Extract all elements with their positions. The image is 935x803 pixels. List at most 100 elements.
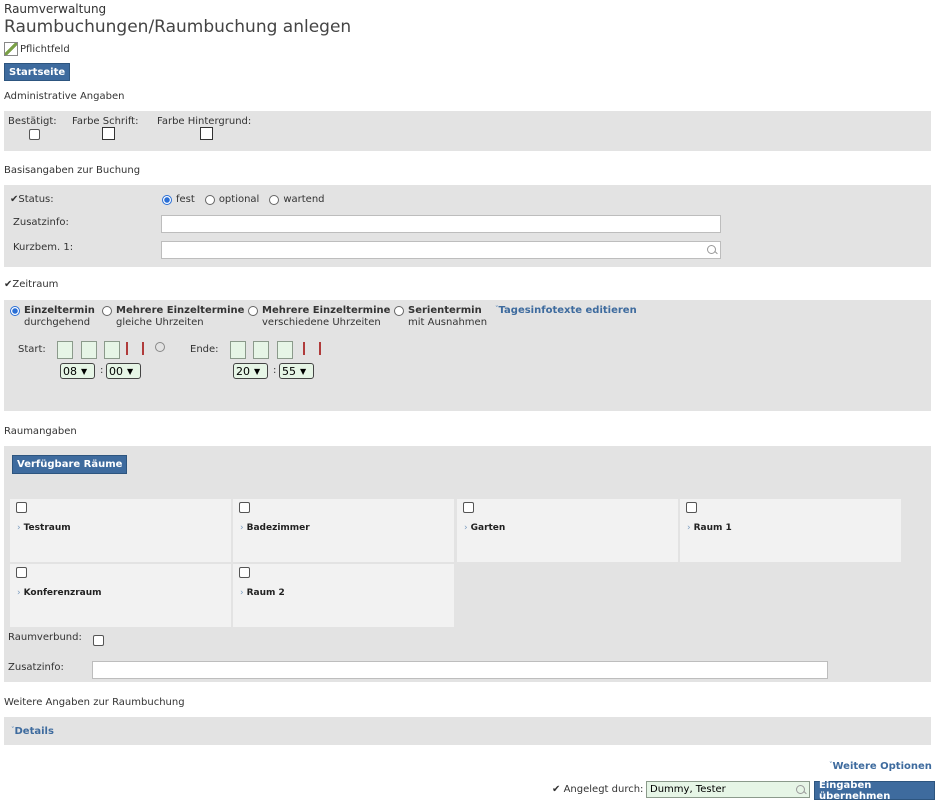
confirmed-label: Bestätigt:	[8, 116, 57, 127]
bg-color-picker[interactable]	[200, 127, 213, 140]
required-check-icon: ✔	[552, 784, 561, 795]
end-month-input[interactable]	[253, 341, 269, 359]
end-hour-select[interactable]: 20 ▼	[233, 363, 268, 379]
end-day-input[interactable]	[230, 341, 246, 359]
zeitraum-option-mehrere-gleich-sub: gleiche Uhrzeiten	[116, 317, 204, 328]
details-link[interactable]: Details	[15, 726, 54, 737]
room-card[interactable]: › Konferenzraum	[10, 564, 231, 627]
extra-info-input[interactable]	[161, 215, 721, 233]
status-option-optional: optional	[218, 194, 260, 205]
zeitraum-panel: Einzeltermin durchgehend Mehrere Einzelt…	[4, 300, 931, 411]
room-name: Raum 2	[246, 588, 285, 598]
magnifier-icon[interactable]	[155, 342, 165, 352]
chevron-right-icon: ›	[17, 588, 21, 598]
room-name-wrap: › Testraum	[17, 523, 71, 533]
search-icon[interactable]	[707, 245, 716, 254]
more-options-link[interactable]: Weitere Optionen	[833, 761, 932, 772]
room-checkbox[interactable]	[239, 567, 250, 578]
submit-button[interactable]: Eingaben übernehmen	[814, 780, 935, 802]
confirmed-checkbox[interactable]	[29, 129, 40, 140]
chevron-right-icon: ›	[17, 523, 21, 533]
more-options-link-wrap[interactable]: ˅Weitere Optionen	[829, 761, 932, 772]
zeitraum-section-label-wrap: ✔Zeitraum	[4, 279, 58, 290]
start-year-input[interactable]	[104, 341, 120, 359]
infotext-link-wrap[interactable]: ˅Tagesinfotexte editieren	[495, 305, 637, 316]
end-minute-value: 55	[282, 364, 296, 378]
legend: Pflichtfeld	[4, 42, 70, 56]
zeitraum-option-einzel: Einzeltermin	[24, 305, 95, 316]
basis-panel: ✔Status: fest optional wartend Zusatzinf…	[4, 185, 931, 267]
status-radio-wartend[interactable]	[269, 194, 280, 205]
room-checkbox[interactable]	[239, 502, 250, 513]
room-card[interactable]: › Raum 1	[680, 499, 901, 562]
created-by-label: Angelegt durch:	[563, 784, 644, 795]
zeitraum-option-mehrere-gleich: Mehrere Einzeltermine	[116, 305, 245, 316]
bg-color-label: Farbe Hintergrund:	[157, 116, 252, 127]
admin-panel: Bestätigt: Farbe Schrift: Farbe Hintergr…	[4, 111, 931, 151]
calendar-range-icon[interactable]	[319, 342, 321, 355]
weitere-panel: ˅Details	[4, 717, 931, 745]
home-button[interactable]: Startseite	[4, 63, 71, 81]
details-link-wrap[interactable]: ˅Details	[11, 726, 54, 737]
infotext-link[interactable]: Tagesinfotexte editieren	[499, 305, 637, 316]
created-by-input[interactable]: Dummy, Tester	[646, 781, 810, 798]
raum-section-label: Raumangaben	[4, 426, 77, 437]
room-name-wrap: › Badezimmer	[240, 523, 310, 533]
room-name-wrap: › Garten	[464, 523, 505, 533]
chevron-down-icon: ▼	[81, 366, 88, 376]
room-name: Raum 1	[693, 523, 732, 533]
start-month-input[interactable]	[81, 341, 97, 359]
calendar-icon[interactable]	[126, 342, 128, 355]
chevron-right-icon: ›	[464, 523, 468, 533]
room-checkbox[interactable]	[16, 567, 27, 578]
start-time-sep: :	[100, 365, 104, 376]
raum-panel: Verfügbare Räume › Testraum › Badezimmer ›…	[4, 446, 931, 682]
chevron-right-icon: ›	[240, 588, 244, 598]
pencil-icon	[4, 42, 18, 56]
room-extra-label: Zusatzinfo:	[8, 662, 64, 673]
zeitraum-radio-einzel[interactable]	[10, 306, 20, 316]
weitere-section-label: Weitere Angaben zur Raumbuchung	[4, 697, 185, 708]
end-year-input[interactable]	[277, 341, 293, 359]
room-extra-input[interactable]	[92, 661, 828, 679]
status-option-fest: fest	[176, 194, 195, 205]
font-color-picker[interactable]	[102, 127, 115, 140]
start-day-input[interactable]	[57, 341, 73, 359]
created-by-label-wrap: ✔ Angelegt durch:	[552, 784, 643, 795]
status-radio-optional[interactable]	[204, 194, 215, 205]
status-radio-fest[interactable]	[162, 194, 172, 205]
end-hour-value: 20	[236, 364, 250, 378]
page-title: Raumbuchungen/Raumbuchung anlegen	[4, 17, 352, 37]
short-note-input[interactable]	[161, 241, 721, 259]
zeitraum-radio-serie[interactable]	[394, 306, 404, 316]
calendar-range-icon[interactable]	[142, 342, 144, 355]
start-minute-select[interactable]: 00 ▼	[106, 363, 141, 379]
end-minute-select[interactable]: 55 ▼	[279, 363, 314, 379]
room-card[interactable]: › Testraum	[10, 499, 231, 562]
chevron-down-icon: ▼	[254, 366, 261, 376]
status-option-wartend: wartend	[283, 194, 325, 205]
room-card[interactable]: › Badezimmer	[233, 499, 454, 562]
start-minute-value: 00	[109, 364, 123, 378]
room-group-label: Raumverbund:	[8, 632, 82, 643]
available-rooms-button[interactable]: Verfügbare Räume	[12, 455, 128, 474]
room-card[interactable]: › Raum 2	[233, 564, 454, 627]
start-hour-value: 08	[63, 364, 77, 378]
room-card[interactable]: › Garten	[457, 499, 678, 562]
calendar-icon[interactable]	[303, 342, 305, 355]
zeitraum-option-mehrere-versch-sub: verschiedene Uhrzeiten	[262, 317, 381, 328]
start-label: Start:	[18, 344, 46, 355]
zeitraum-radio-mehrere-gleich[interactable]	[102, 306, 112, 316]
start-hour-select[interactable]: 08 ▼	[60, 363, 95, 379]
room-checkbox[interactable]	[463, 502, 474, 513]
room-checkbox[interactable]	[686, 502, 697, 513]
room-checkbox[interactable]	[16, 502, 27, 513]
room-group-checkbox[interactable]	[93, 635, 104, 646]
short-note-label: Kurzbem. 1:	[13, 242, 74, 253]
zeitraum-option-einzel-sub: durchgehend	[24, 317, 91, 328]
zeitraum-option-serie: Serientermin	[408, 305, 482, 316]
room-name: Konferenzraum	[23, 588, 102, 598]
room-name-wrap: › Raum 1	[687, 523, 732, 533]
zeitraum-radio-mehrere-versch[interactable]	[248, 306, 258, 316]
search-icon[interactable]	[796, 785, 805, 794]
